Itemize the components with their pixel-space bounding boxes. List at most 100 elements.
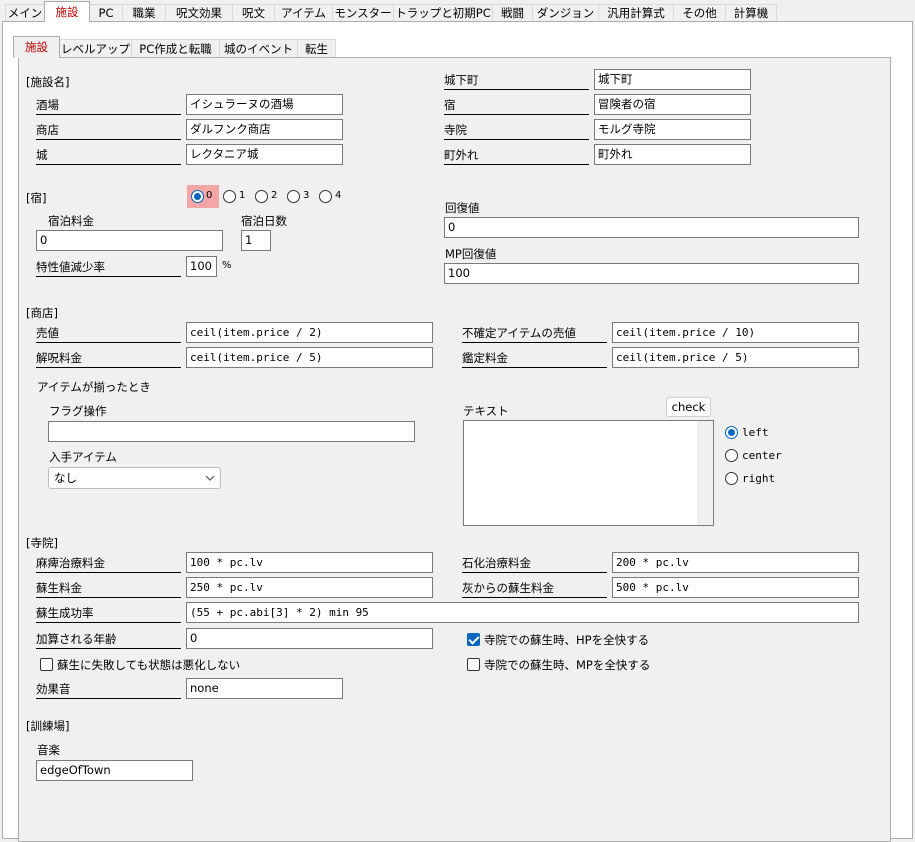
tavern-label: 酒場 [36,97,181,115]
temple-name-input[interactable]: モルグ寺院 [594,119,751,140]
text-area-scrollbar[interactable] [697,421,713,525]
tab-class[interactable]: 職業 [122,4,166,21]
ash-revive-label: 灰からの蘇生料金 [462,580,607,598]
tab-facilities[interactable]: 施設 [44,1,90,22]
temple-label: 寺院 [444,122,589,140]
inn-days-label: 宿泊日数 [241,214,287,228]
align-right-radio[interactable] [725,472,738,485]
tab-battle[interactable]: 戦闘 [492,4,533,21]
check-button[interactable]: check [666,397,711,417]
align-left-radio[interactable] [725,426,738,439]
castle-label: 城 [36,147,181,165]
revive-fee-input[interactable]: 250 * pc.lv [186,577,433,598]
text-label: テキスト [463,404,509,418]
tab-formulas[interactable]: 汎用計算式 [598,4,674,21]
revive-success-input[interactable]: (55 + pc.abi[3] * 2) min 95 [186,602,859,623]
added-age-label: 加算される年齢 [36,631,181,649]
music-input[interactable]: edgeOfTown [36,760,193,781]
get-item-label: 入手アイテム [49,450,117,464]
tavern-name-input[interactable]: イシュラーヌの酒場 [186,94,343,115]
no-worse-checkbox[interactable] [40,658,53,671]
tab-monsters[interactable]: モンスター [332,4,394,21]
stat-decrease-unit: % [222,260,232,271]
inn-radio-0[interactable] [191,190,204,203]
unknown-sell-input[interactable]: ceil(item.price / 10) [612,322,859,343]
inn-radio-2[interactable] [255,190,268,203]
align-center-radio[interactable] [725,449,738,462]
inn-days-input[interactable]: 1 [241,230,271,251]
inn-radio-0-label: 0 [206,190,213,201]
recovery-label: 回復値 [445,201,480,215]
align-center-label: center [742,449,782,462]
tab-main[interactable]: メイン [5,4,45,21]
section-shop: [商店] [26,306,58,320]
town-name-input[interactable]: 城下町 [594,69,751,90]
sound-effect-input[interactable]: none [186,678,343,699]
align-left-label: left [742,426,769,439]
mp-full-label: 寺院での蘇生時、MPを全快する [484,658,651,672]
sell-price-input[interactable]: ceil(item.price / 2) [186,322,433,343]
tab-calculator[interactable]: 計算機 [725,4,777,21]
tab-items[interactable]: アイテム [274,4,333,21]
outskirts-label: 町外れ [444,147,589,165]
subtab-pc-creation[interactable]: PC作成と転職 [131,39,220,57]
section-training: [訓練場] [26,719,70,733]
section-temple: [寺院] [26,536,58,550]
appraise-fee-label: 鑑定料金 [462,350,607,368]
added-age-input[interactable]: 0 [186,628,433,649]
tab-spells[interactable]: 呪文 [232,4,275,21]
revive-fee-label: 蘇生料金 [36,580,181,598]
inn-radio-2-label: 2 [271,190,278,201]
hp-full-label: 寺院での蘇生時、HPを全快する [484,633,650,647]
shop-label: 商店 [36,122,181,140]
paralysis-fee-input[interactable]: 100 * pc.lv [186,552,433,573]
subtab-reincarnation[interactable]: 転生 [297,39,336,57]
subtab-castle-events[interactable]: 城のイベント [219,39,298,57]
shop-name-input[interactable]: ダルフンク商店 [186,119,343,140]
flag-op-label: フラグ操作 [49,404,107,418]
tab-dungeon[interactable]: ダンジョン [532,4,599,21]
section-facility-names: [施設名] [26,75,70,89]
uncurse-fee-input[interactable]: ceil(item.price / 5) [186,347,433,368]
tab-other[interactable]: その他 [673,4,726,21]
tab-spell-effects[interactable]: 呪文効果 [165,4,233,21]
music-label: 音楽 [37,743,60,757]
town-label: 城下町 [444,72,589,90]
inn-fee-input[interactable]: 0 [36,230,223,251]
outskirts-name-input[interactable]: 町外れ [594,144,751,165]
inn-radio-3[interactable] [287,190,300,203]
recovery-input[interactable]: 0 [444,217,859,238]
ash-revive-input[interactable]: 500 * pc.lv [612,577,859,598]
stat-decrease-input[interactable]: 100 [186,256,217,277]
sound-effect-label: 効果音 [36,681,181,699]
stone-fee-input[interactable]: 200 * pc.lv [612,552,859,573]
inn-label: 宿 [444,97,589,115]
castle-name-input[interactable]: レクタニア城 [186,144,343,165]
text-area[interactable] [463,420,714,526]
section-inn: [宿] [26,191,47,205]
stone-fee-label: 石化治療料金 [462,555,607,573]
inn-radio-1[interactable] [223,190,236,203]
subtab-facilities[interactable]: 施設 [13,36,60,58]
mp-recovery-label: MP回復値 [445,247,497,261]
no-worse-label: 蘇生に失敗しても状態は悪化しない [57,658,241,672]
mp-full-checkbox[interactable] [467,658,480,671]
revive-success-label: 蘇生成功率 [36,605,181,623]
inn-fee-label: 宿泊料金 [48,214,94,228]
unknown-sell-label: 不確定アイテムの売値 [462,325,607,343]
subtab-levelup[interactable]: レベルアップ [59,39,132,57]
tab-traps[interactable]: トラップと初期PC [393,4,493,21]
inn-radio-4[interactable] [319,190,332,203]
paralysis-fee-label: 麻痺治療料金 [36,555,181,573]
mp-recovery-input[interactable]: 100 [444,263,859,284]
tab-pc[interactable]: PC [89,4,123,21]
sell-price-label: 売値 [36,325,181,343]
get-item-selected: なし [54,471,77,485]
main-tab-bar: メイン 施設 PC 職業 呪文効果 呪文 アイテム モンスター トラップと初期P… [0,0,915,22]
inn-name-input[interactable]: 冒険者の宿 [594,94,751,115]
items-complete-label: アイテムが揃ったとき [37,380,151,394]
hp-full-checkbox[interactable] [467,633,480,646]
appraise-fee-input[interactable]: ceil(item.price / 5) [612,347,859,368]
get-item-select[interactable]: なし [48,467,221,489]
flag-op-input[interactable] [48,421,415,442]
